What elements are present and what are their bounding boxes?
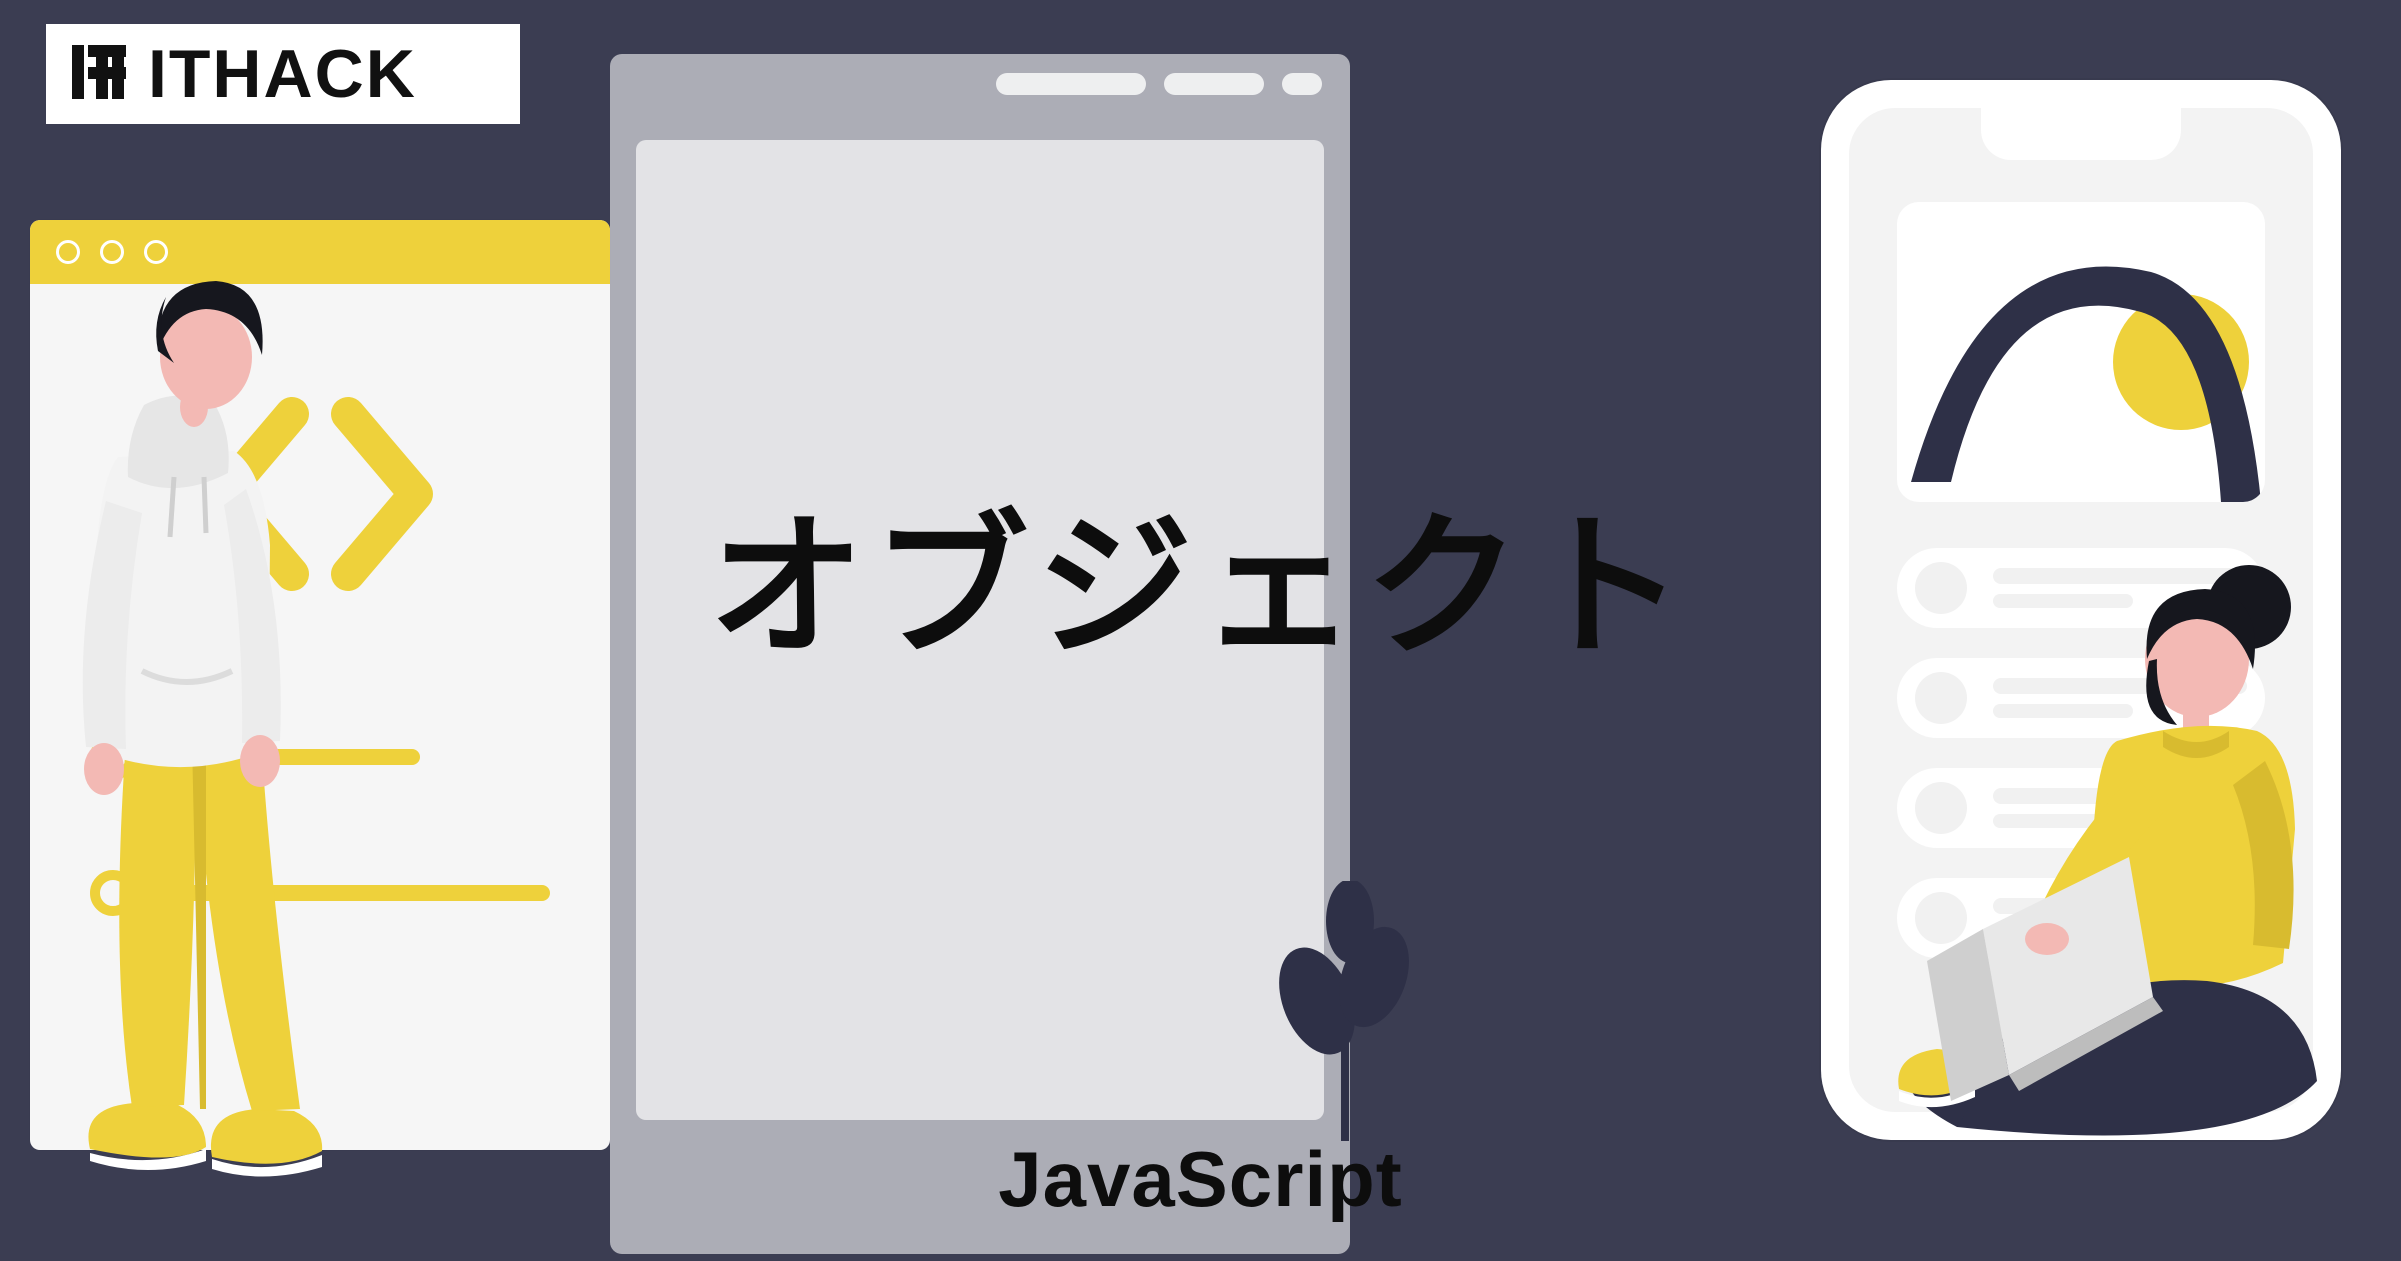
panel-header bbox=[610, 54, 1350, 114]
plant-icon bbox=[1270, 881, 1420, 1141]
placeholder-pill bbox=[996, 73, 1146, 95]
phone-notch bbox=[1981, 108, 2181, 160]
hero-banner: ITHACK bbox=[0, 0, 2401, 1261]
phone-hero-image bbox=[1897, 202, 2265, 502]
ithack-logo-icon bbox=[68, 41, 130, 108]
page-title: オブジェクト bbox=[0, 460, 2401, 686]
placeholder-pill bbox=[1282, 73, 1322, 95]
placeholder-pill bbox=[1164, 73, 1264, 95]
standing-developer-illustration bbox=[56, 201, 356, 1181]
logo-text: ITHACK bbox=[148, 35, 417, 113]
logo-badge: ITHACK bbox=[46, 24, 520, 124]
page-subtitle: JavaScript bbox=[0, 1134, 2401, 1225]
